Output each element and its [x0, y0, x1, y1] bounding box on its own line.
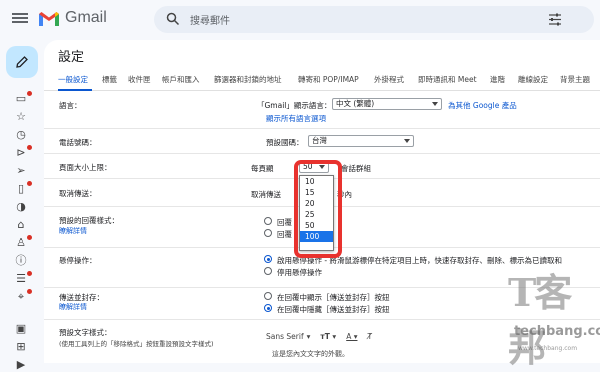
clock-icon[interactable]: ◷ — [14, 128, 28, 142]
compose-button[interactable] — [6, 46, 38, 78]
settings-tabs: 一般設定 標籤 收件匣 帳戶和匯入 篩選器和封鎖的地址 轉寄和 POP/IMAP… — [44, 71, 600, 91]
label-icon[interactable]: ⌂ — [14, 218, 28, 232]
search-placeholder: 搜尋郵件 — [190, 16, 230, 27]
tab-advanced[interactable]: 進階 — [490, 74, 505, 85]
hide-send-archive-text: 在回覆中隱藏［傳送並封存］按鈕 — [277, 305, 390, 314]
star-icon[interactable]: ☆ — [14, 110, 28, 124]
language-select[interactable]: 中文 (繁體) — [332, 98, 442, 110]
enable-hover-radio[interactable] — [264, 255, 272, 263]
reply-radio[interactable] — [264, 217, 272, 225]
reply-option-label: 回覆 — [277, 218, 292, 227]
search-options-icon[interactable] — [548, 13, 562, 26]
forums-icon[interactable]: ☰ — [14, 272, 28, 286]
send-icon[interactable]: ➢ — [14, 164, 28, 178]
tab-inbox[interactable]: 收件匣 — [128, 74, 151, 85]
undo-send-label: 取消傳送： — [59, 189, 97, 198]
active-tab-indicator — [58, 89, 92, 91]
country-code-select[interactable]: 台灣 — [308, 135, 414, 147]
inbox-icon[interactable]: ▭ — [14, 92, 28, 106]
language-label: 語言： — [59, 101, 82, 110]
page-size-prefix: 每頁顯 — [251, 164, 274, 173]
gmail-logo[interactable]: Gmail — [38, 9, 107, 27]
default-text-hint: (使用工具列上的「移除格式」按鈕重設預設文字樣式) — [59, 340, 214, 348]
tab-filters[interactable]: 篩選器和封鎖的地址 — [214, 74, 282, 85]
reply-style-label: 預設的回覆樣式： — [59, 216, 119, 225]
disable-hover-text: 停用懸停操作 — [277, 268, 322, 277]
important-badge — [27, 145, 32, 150]
social-badge — [27, 235, 32, 240]
draft-badge — [27, 181, 32, 186]
promotions-badge — [27, 289, 32, 294]
country-code-text: 預設國碼： — [266, 138, 304, 147]
main-menu-icon[interactable] — [12, 11, 28, 27]
phone-label: 電話號碼： — [59, 138, 97, 147]
category-icon[interactable]: ◑ — [14, 200, 28, 214]
watermark: T客邦 techbang.com www.techbang.com — [508, 262, 600, 370]
search-icon[interactable] — [166, 12, 180, 26]
show-send-archive-text: 在回覆中顯示［傳送並封存］按鈕 — [277, 293, 390, 302]
font-family-select[interactable]: Sans Serif — [266, 332, 304, 341]
watermark-logo-cn: T客邦 — [508, 270, 572, 370]
gmail-m-icon — [39, 11, 59, 26]
annotation-highlight-box — [294, 160, 342, 258]
app-name: Gmail — [65, 9, 107, 26]
hover-actions-label: 懸停操作： — [59, 256, 97, 265]
font-size-icon[interactable]: ᴛT ▾ — [320, 332, 336, 341]
updates-icon[interactable]: ⓘ — [14, 254, 28, 268]
page-size-label: 頁面大小上限： — [59, 163, 112, 172]
chat-icon[interactable]: ▣ — [14, 322, 28, 336]
display-language-text: 「Gmail」顯示語言： — [257, 101, 332, 110]
show-send-archive-radio[interactable] — [264, 292, 272, 300]
disable-hover-radio[interactable] — [264, 267, 272, 275]
tab-labels[interactable]: 標籤 — [102, 74, 117, 85]
meet-icon[interactable]: ▶ — [14, 358, 28, 372]
inbox-badge — [27, 91, 32, 96]
reply-all-radio[interactable] — [264, 229, 272, 237]
default-text-label: 預設文字樣式： — [59, 328, 112, 337]
page-title: 設定 — [58, 50, 85, 65]
tab-forwarding[interactable]: 轉寄和 POP/IMAP — [298, 74, 359, 85]
spaces-icon[interactable]: ⊞ — [14, 340, 28, 354]
send-archive-learn-more-link[interactable]: 瞭解詳情 — [59, 302, 87, 312]
reply-all-option-label: 回覆 — [277, 230, 292, 239]
hide-send-archive-radio[interactable] — [264, 304, 272, 312]
reply-learn-more-link[interactable]: 瞭解詳情 — [59, 226, 87, 236]
tab-general[interactable]: 一般設定 — [58, 74, 88, 85]
tab-addons[interactable]: 外掛程式 — [374, 74, 404, 85]
watermark-url: www.techbang.com — [518, 345, 578, 352]
promotions-icon[interactable]: ⌖ — [14, 290, 28, 304]
tab-themes[interactable]: 背景主題 — [560, 74, 590, 85]
phone-row: 電話號碼： 預設國碼： 台灣 — [44, 129, 600, 154]
font-family-dropdown-icon[interactable]: ▾ — [307, 332, 311, 341]
watermark-logo-en: techbang.com — [514, 324, 600, 339]
sample-text: 這是您內文文字的外觀。 — [272, 350, 349, 358]
top-bar: Gmail 搜尋郵件 — [0, 0, 600, 40]
undo-send-prefix: 取消傳送 — [251, 190, 281, 199]
tab-accounts[interactable]: 帳戶和匯入 — [162, 74, 200, 85]
pencil-icon — [16, 56, 28, 68]
forums-badge — [27, 271, 32, 276]
social-icon[interactable]: ♙ — [14, 236, 28, 250]
important-icon[interactable]: ⊳ — [14, 146, 28, 160]
text-color-icon[interactable]: A ▾ — [346, 332, 357, 341]
page-size-suffix: 會話群組 — [341, 164, 371, 173]
other-products-link[interactable]: 為其他 Google 產品 — [448, 100, 517, 111]
remove-formatting-icon[interactable]: T̸ — [367, 332, 372, 341]
draft-icon[interactable]: ▯ — [14, 182, 28, 196]
tab-chat-meet[interactable]: 即時通訊和 Meet — [418, 74, 477, 85]
left-rail: ▭ ☆ ◷ ⊳ ➢ ▯ ◑ ⌂ ♙ ⓘ ☰ ⌖ ▣ ⊞ ▶ — [0, 40, 44, 371]
tab-offline[interactable]: 離線設定 — [518, 74, 548, 85]
search-bar[interactable]: 搜尋郵件 — [154, 6, 594, 33]
language-row: 語言： 「Gmail」顯示語言： 中文 (繁體) 為其他 Google 產品 顯… — [44, 92, 600, 129]
show-all-languages-link[interactable]: 顯示所有語言選項 — [266, 113, 326, 124]
